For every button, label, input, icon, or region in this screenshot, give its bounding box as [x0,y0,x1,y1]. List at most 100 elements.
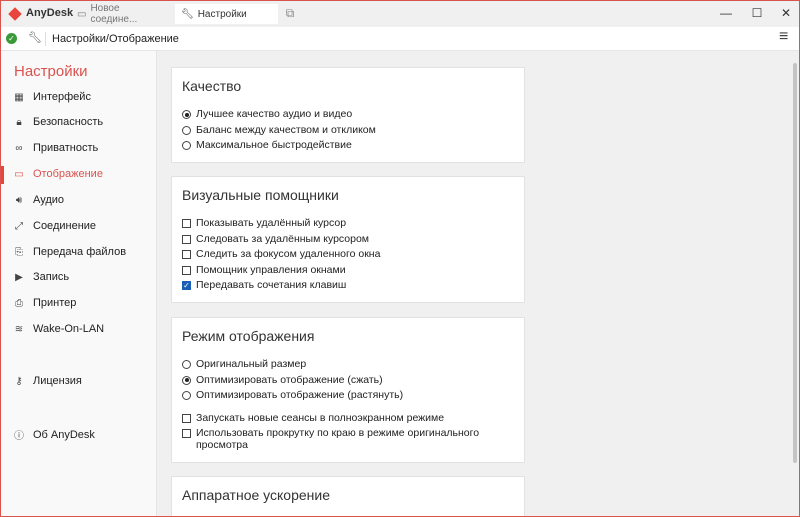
radio-button[interactable] [182,360,191,369]
radio-option[interactable]: Баланс между качеством и откликом [182,124,514,140]
wrench-icon: 🔧︎ [28,31,42,44]
radio-button[interactable] [182,110,191,119]
sidebar-item-label: Отображение [33,168,103,180]
sidebar-item[interactable]: ⓘ Об AnyDesk [14,427,95,442]
sidebar-icon: ▦ [14,92,24,103]
new-tab-button[interactable]: ⧉ [280,6,300,21]
sidebar-item[interactable]: ▭ Отображение [14,168,103,180]
radio-button[interactable] [182,376,191,385]
radio-button[interactable] [182,141,191,150]
settings-section: Аппаратное ускорение [171,476,525,517]
option-label: Лучшее качество аудио и видео [196,108,352,120]
option-label: Показывать удалённый курсор [196,217,346,229]
minimize-button[interactable]: — [716,6,736,20]
checkbox[interactable] [182,266,191,275]
radio-option[interactable]: Лучшее качество аудио и видео [182,108,514,124]
title-bar: AnyDesk ▭Новое соедине... 🔧︎Настройки ⧉ … [1,1,799,27]
radio-option[interactable]: Максимальное быстродействие [182,139,514,155]
option-label: Передавать сочетания клавиш [196,279,346,291]
checkbox[interactable]: ✓ [182,281,191,290]
tab-label: Новое соедине... [90,3,161,25]
settings-content: Качество Лучшее качество аудио и видео Бал… [157,51,791,517]
sidebar-icon: ⤢ [14,221,24,232]
monitor-icon: ▭ [77,9,86,20]
sidebar-icon: ⚷ [14,376,24,387]
tab-label: Настройки [198,9,247,20]
option-label: Оптимизировать отображение (сжать) [196,374,383,386]
sidebar-item-label: Передача файлов [33,246,126,258]
sidebar-item-label: Приватность [33,142,98,154]
sidebar-icon: ⓘ [14,427,24,442]
sidebar-item-label: Безопасность [33,116,103,128]
sidebar-item-label: Об AnyDesk [33,429,95,441]
sidebar-item[interactable]: ≋Wake-On-LAN [14,323,104,335]
section-title: Визуальные помощники [182,187,514,203]
sidebar-item[interactable]: ∞ Приватность [14,142,98,154]
checkbox-option[interactable]: Использовать прокрутку по краю в режиме … [182,427,514,455]
breadcrumb: Настройки/Отображение [52,33,179,45]
maximize-button[interactable]: ☐ [747,6,767,20]
sidebar-item-label: Аудио [33,194,64,206]
option-label: Помощник управления окнами [196,264,346,276]
radio-option[interactable]: Оптимизировать отображение (сжать) [182,374,514,390]
section-title: Режим отображения [182,328,514,344]
sidebar-item[interactable]: ⤢ Соединение [14,220,96,232]
sidebar-item-label: Запись [33,271,69,283]
option-label: Запускать новые сеансы в полноэкранном р… [196,412,444,424]
scrollbar-thumb[interactable] [793,63,797,463]
active-indicator [1,166,4,184]
checkbox[interactable] [182,414,191,423]
sidebar-item-label: Wake-On-LAN [33,323,104,335]
option-label: Баланс между качеством и откликом [196,124,376,136]
sidebar-item[interactable]: 🔊︎ Аудио [14,194,64,206]
sidebar-icon: ⎘ [14,247,24,258]
sidebar-item[interactable]: ⎙ Принтер [14,297,76,309]
sidebar-icon: ⎙ [14,298,24,309]
sidebar-icon: ▭ [14,169,24,180]
sidebar-item-label: Соединение [33,220,96,232]
sidebar-item[interactable]: 🔒︎ Безопасность [14,116,103,128]
section-title: Качество [182,78,514,94]
radio-button[interactable] [182,126,191,135]
connection-status-icon: ✓ [6,33,17,44]
sidebar-item[interactable]: ⎘ Передача файлов [14,246,126,258]
checkbox[interactable] [182,429,191,438]
sidebar-icon: ▶ [14,272,24,283]
scrollbar[interactable] [791,51,799,517]
checkbox[interactable] [182,219,191,228]
radio-option[interactable]: Оригинальный размер [182,358,514,374]
sidebar-item[interactable]: ⚷ Лицензия [14,375,82,387]
sidebar-item-label: Интерфейс [33,91,91,103]
radio-button[interactable] [182,391,191,400]
checkbox-option[interactable]: Следить за фокусом удаленного окна [182,248,514,264]
checkbox-option[interactable]: Показывать удалённый курсор [182,217,514,233]
sidebar-item[interactable]: ▶ Запись [14,271,69,283]
tab-new-connection[interactable]: ▭ Новое соедине... [71,4,167,24]
sidebar-item-label: Лицензия [33,375,82,387]
section-title: Аппаратное ускорение [182,487,514,503]
anydesk-window: AnyDesk ▭Новое соедине... 🔧︎Настройки ⧉ … [0,0,800,517]
checkbox-option[interactable]: Запускать новые сеансы в полноэкранном р… [182,412,514,428]
option-label: Максимальное быстродействие [196,139,352,151]
option-label: Использовать прокрутку по краю в режиме … [196,427,514,451]
app-name: AnyDesk [26,7,73,19]
sidebar-item[interactable]: ▦ Интерфейс [14,91,91,103]
close-button[interactable]: ✕ [776,6,796,20]
wrench-icon: 🔧︎ [181,9,194,20]
sidebar-item-label: Принтер [33,297,76,309]
option-label: Следить за фокусом удаленного окна [196,248,380,260]
checkbox[interactable] [182,235,191,244]
checkbox-option[interactable]: Следовать за удалённым курсором [182,233,514,249]
sidebar-icon: ∞ [14,143,24,154]
checkbox-option[interactable]: Помощник управления окнами [182,264,514,280]
radio-option[interactable]: Оптимизировать отображение (растянуть) [182,389,514,405]
settings-section: Режим отображенияОригинальный размерОпти… [171,317,525,463]
sidebar-icon: 🔒︎ [14,117,24,128]
settings-section: Качество Лучшее качество аудио и видео Бал… [171,67,525,163]
checkbox-option[interactable]: ✓ Передавать сочетания клавиш [182,279,514,295]
sidebar-icon: 🔊︎ [14,195,24,206]
settings-section: Визуальные помощники Показывать удалённый… [171,176,525,303]
checkbox[interactable] [182,250,191,259]
tab-settings[interactable]: 🔧︎ Настройки [175,4,278,24]
menu-button[interactable]: ≡ [779,28,788,46]
